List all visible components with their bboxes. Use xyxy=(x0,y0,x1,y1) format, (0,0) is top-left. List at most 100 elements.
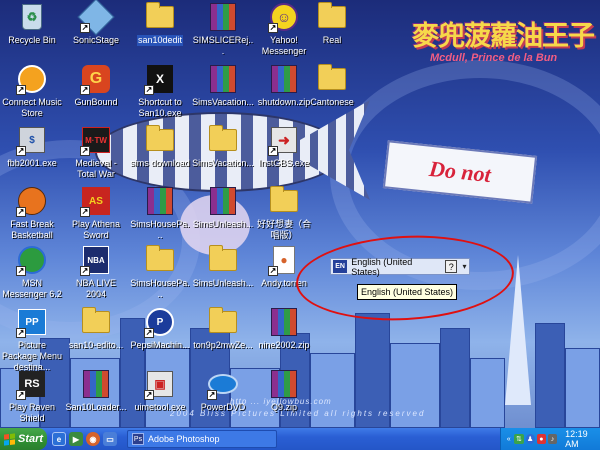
clock[interactable]: 12:19 AM xyxy=(565,429,600,449)
desktop-icon[interactable]: P ↗ PepsiMachin... xyxy=(128,306,192,351)
desktop-icon[interactable]: ↗ PowerDVD xyxy=(191,368,255,413)
desktop-icon[interactable]: X ↗ Shortcut to San10.exe xyxy=(128,63,192,119)
folder-icon xyxy=(207,306,239,338)
desktop-icon[interactable]: SIMSLICERej... xyxy=(191,1,255,57)
desktop-icon-label: InstGBS.exe xyxy=(258,158,310,168)
desktop-icon[interactable]: ↗ Connect Music Store xyxy=(0,63,64,119)
desktop-icon[interactable]: ♻ Recycle Bin xyxy=(0,1,64,46)
powerdvd-icon: ↗ xyxy=(207,368,239,400)
options-chevron-icon[interactable]: ▾ xyxy=(460,260,469,273)
folder-icon xyxy=(207,244,239,276)
fbb2001-icon: $ ↗ xyxy=(16,124,48,156)
desktop-icon-label: PowerDVD xyxy=(200,402,246,412)
san10-icon: X ↗ xyxy=(144,63,176,95)
desktop-icon[interactable]: NBA ↗ NBA LIVE 2004 xyxy=(64,244,128,300)
folder-icon xyxy=(80,306,112,338)
tray-expand-icon[interactable]: « xyxy=(505,434,512,444)
language-bar[interactable]: EN English (United States) ? ▾ xyxy=(330,257,470,277)
desktop-icon[interactable]: ↗ SonicStage xyxy=(64,0,128,46)
desktop-icon[interactable]: Real xyxy=(300,1,364,46)
desktop-icon-label: SimsUnleash... xyxy=(192,219,254,229)
desktop-icon[interactable]: san10dedit xyxy=(128,1,192,46)
winrar-icon xyxy=(207,1,239,33)
windows-logo-icon xyxy=(4,432,15,446)
desktop-icon[interactable]: ↗ MSN Messenger 6.2 xyxy=(0,244,64,300)
medieval-total-war-icon: M·TW ↗ xyxy=(80,124,112,156)
desktop-icon-label: SIMSLICERej... xyxy=(192,35,254,56)
athena-sword-icon: AS ↗ xyxy=(80,185,112,217)
basketball-icon: ↗ xyxy=(16,185,48,217)
help-icon[interactable]: ? xyxy=(445,260,458,273)
yahoo-messenger-icon: ☺ ↗ xyxy=(268,1,300,33)
desktop-icon[interactable]: ▣ ↗ uimetool.exe xyxy=(128,368,192,413)
language-name[interactable]: English (United States) xyxy=(351,257,433,277)
folder-icon xyxy=(207,124,239,156)
desktop-icon[interactable]: Cantonese xyxy=(300,63,364,108)
desktop-icon[interactable]: ➜ ↗ InstGBS.exe xyxy=(252,124,316,169)
desktop-icon-label: fbb2001.exe xyxy=(7,158,57,168)
folder-icon xyxy=(144,124,176,156)
realplayer-icon[interactable]: ◉ xyxy=(86,432,100,446)
task-label: Adobe Photoshop xyxy=(148,434,220,444)
language-code[interactable]: EN xyxy=(333,260,348,273)
picture-package-icon: PP ↗ xyxy=(16,306,48,338)
banner-text: Do not xyxy=(428,155,493,188)
desktop-icon[interactable]: M·TW ↗ Medieval - Total War xyxy=(64,124,128,180)
desktop-icon[interactable]: Q9.zip xyxy=(252,368,316,413)
desktop-icon[interactable]: ton9p2mwZe... xyxy=(191,306,255,351)
nba-live-icon: NBA ↗ xyxy=(80,244,112,276)
desktop-icon[interactable]: SimsUnleash... xyxy=(191,185,255,230)
msn-tray-icon[interactable]: ♟ xyxy=(525,434,535,444)
desktop-icon-label: Connect Music Store xyxy=(2,97,62,118)
antivirus-icon[interactable]: ● xyxy=(536,434,546,444)
desktop-icon[interactable]: sims download xyxy=(128,124,192,169)
desktop-icon-label: Recycle Bin xyxy=(8,35,56,45)
winrar-icon xyxy=(268,63,300,95)
desktop-icon-label: PepsiMachin... xyxy=(130,340,190,350)
folder-icon xyxy=(144,1,176,33)
desktop-icon[interactable]: San10Loader... xyxy=(64,368,128,413)
desktop-icon[interactable]: G ↗ GunBound xyxy=(64,63,128,108)
winrar-icon xyxy=(268,306,300,338)
wallpaper-logo-subtitle: Mcdull, Prince de la Bun xyxy=(430,52,558,64)
desktop-icon[interactable]: SimsHousePa... xyxy=(128,244,192,300)
desktop-icon[interactable]: 好好想妻（合唱版） xyxy=(252,185,316,241)
desktop-icon[interactable]: SimsHousePa... xyxy=(128,185,192,241)
desktop-icon[interactable]: RS ↗ Play Raven Shield xyxy=(0,368,64,424)
desktop-icon[interactable]: nine2002.zip xyxy=(252,306,316,351)
winrar-icon xyxy=(144,185,176,217)
desktop-icon-label: SimsHousePa... xyxy=(130,278,190,299)
desktop-icon-label: SimsVacation... xyxy=(192,97,254,107)
desktop-icon-label: SimsUnleash... xyxy=(192,278,254,288)
desktop-icon[interactable]: SimsVacation... xyxy=(191,63,255,108)
desktop-icon[interactable]: PP ↗ Picture Package Menu destina... xyxy=(0,306,64,373)
desktop-icon-label: SimsHousePa... xyxy=(130,219,190,240)
system-tray: « ⇅ ♟ ● ♪ 12:19 AM xyxy=(500,428,600,450)
desktop-icon-label: Play Athena Sword xyxy=(71,219,121,240)
desktop-icon-label: GunBound xyxy=(74,97,118,107)
desktop-icon-label: sims download xyxy=(130,158,190,168)
pepsi-machine-icon: P ↗ xyxy=(144,306,176,338)
desktop-icon[interactable]: SimsUnleash... xyxy=(191,244,255,289)
desktop-icon[interactable]: $ ↗ fbb2001.exe xyxy=(0,124,64,169)
desktop-icon[interactable]: SimsVacation... xyxy=(191,124,255,169)
desktop-icon[interactable]: san10-edito... xyxy=(64,306,128,351)
media-player-icon[interactable]: ▶ xyxy=(69,432,83,446)
internet-explorer-icon[interactable]: e xyxy=(52,432,66,446)
desktop-icon-label: Play Raven Shield xyxy=(8,402,56,423)
folder-icon xyxy=(268,185,300,217)
network-icon[interactable]: ⇅ xyxy=(514,434,524,444)
desktop-icon[interactable]: ↗ Fast Break Basketball xyxy=(0,185,64,241)
desktop-icon-label: Fast Break Basketball xyxy=(10,219,54,240)
desktop-icon-label: SonicStage xyxy=(72,35,120,45)
desktop-icon[interactable]: AS ↗ Play Athena Sword xyxy=(64,185,128,241)
desktop-icon-label: uimetool.exe xyxy=(134,402,186,412)
show-desktop-icon[interactable]: ▭ xyxy=(103,432,117,446)
desktop-icon-label: san10-edito... xyxy=(68,340,124,350)
start-button[interactable]: Start xyxy=(0,428,47,450)
winrar-icon xyxy=(268,368,300,400)
taskbar-button-photoshop[interactable]: Ps Adobe Photoshop xyxy=(127,430,277,448)
desktop-icon-label: Medieval - Total War xyxy=(75,158,117,179)
raven-shield-icon: RS ↗ xyxy=(16,368,48,400)
volume-icon[interactable]: ♪ xyxy=(547,434,558,444)
